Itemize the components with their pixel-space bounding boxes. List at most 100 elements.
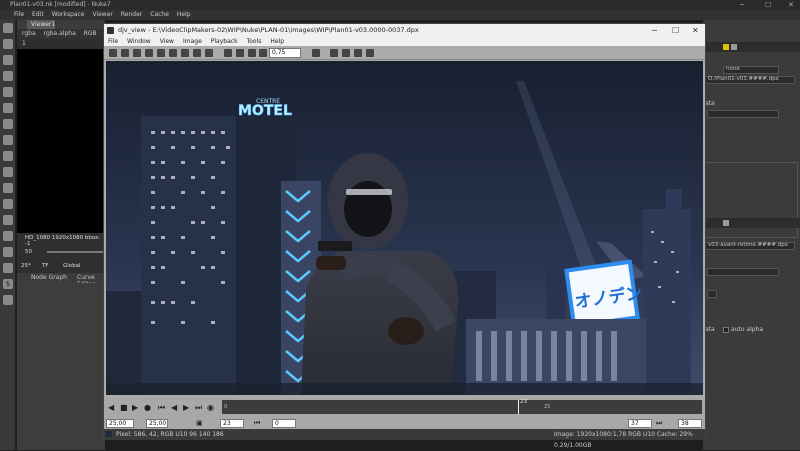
zoom-field[interactable]: 0,75 xyxy=(269,48,301,58)
nuke-tools-toolbar: $ xyxy=(0,20,16,450)
read-select[interactable] xyxy=(707,110,779,118)
video-frame[interactable]: CENTRE MOTEL オノデン xyxy=(106,61,703,395)
frame-field[interactable]: 1 xyxy=(22,40,26,47)
new-window-icon[interactable] xyxy=(109,49,117,57)
next-frame-icon[interactable]: ▶ xyxy=(183,403,189,412)
menu-file[interactable]: File xyxy=(14,10,24,20)
frame-label[interactable]: 25* xyxy=(21,263,31,269)
keyer-tool-icon[interactable] xyxy=(3,119,13,129)
file-path-field-1[interactable]: D:/Plan01-v03.####.dpx xyxy=(705,76,795,84)
transform-tool-icon[interactable] xyxy=(3,151,13,161)
end-frame-field[interactable]: 37 xyxy=(628,419,652,428)
node-graph-canvas[interactable] xyxy=(17,283,105,450)
auto-alpha-checkbox[interactable] xyxy=(723,327,729,333)
metadata-tool-icon[interactable] xyxy=(3,199,13,209)
global-label[interactable]: Global xyxy=(63,263,81,269)
djv-menu-window[interactable]: Window xyxy=(127,37,151,46)
djv-minimize-icon[interactable]: ─ xyxy=(652,24,657,37)
frame-select[interactable] xyxy=(707,290,717,298)
rate-label[interactable]: TF xyxy=(42,263,49,269)
viewer-tab[interactable]: Viewer1 xyxy=(27,20,55,29)
filter-tool-icon[interactable] xyxy=(3,103,13,113)
channel-tool-icon[interactable] xyxy=(3,71,13,81)
menu-render[interactable]: Render xyxy=(121,10,142,20)
float-icon[interactable] xyxy=(731,44,737,50)
format-select[interactable] xyxy=(707,268,779,276)
dollar-tool-icon[interactable]: $ xyxy=(3,279,13,289)
pin-icon[interactable] xyxy=(312,49,320,57)
menu-workspace[interactable]: Workspace xyxy=(52,10,85,20)
time-tool-icon[interactable] xyxy=(3,55,13,65)
frame-icon[interactable] xyxy=(181,49,189,57)
view-down-icon[interactable] xyxy=(259,49,267,57)
menu-cache[interactable]: Cache xyxy=(150,10,169,20)
timeline-playhead[interactable] xyxy=(518,400,519,414)
copy-icon[interactable] xyxy=(121,49,129,57)
step-back-icon[interactable]: ◀ xyxy=(108,403,114,412)
djv-menu-file[interactable]: File xyxy=(108,37,118,46)
merge-tool-icon[interactable] xyxy=(3,135,13,145)
in-point-icon[interactable]: ⏮ xyxy=(254,419,260,428)
lock-icon[interactable] xyxy=(723,44,729,50)
views-tool-icon[interactable] xyxy=(3,183,13,193)
alpha-select[interactable]: rgba.alpha xyxy=(44,30,76,37)
none-select[interactable]: none xyxy=(723,66,779,74)
loop-icon[interactable]: ● xyxy=(144,403,151,412)
3d-tool-icon[interactable] xyxy=(3,167,13,177)
gain-label[interactable]: 50 xyxy=(25,249,32,255)
last-frame-icon[interactable]: ⏭ xyxy=(195,403,202,413)
prev-frame-icon[interactable]: ◀ xyxy=(171,403,177,412)
color-tool-icon[interactable] xyxy=(3,87,13,97)
play-icon[interactable]: ▶ xyxy=(132,403,138,412)
crop-icon[interactable] xyxy=(205,49,213,57)
channel-select[interactable]: rgba xyxy=(22,30,36,37)
image-tool-icon[interactable] xyxy=(3,23,13,33)
actual-speed-field: 25,00 xyxy=(146,419,168,428)
timeline-track[interactable]: 0 25 23 xyxy=(222,399,702,414)
view-right-icon[interactable] xyxy=(236,49,244,57)
zoom-in-icon[interactable] xyxy=(145,49,153,57)
other-tool-icon[interactable] xyxy=(3,231,13,241)
display-tool-icon[interactable] xyxy=(3,263,13,273)
djv-close-icon[interactable]: ✕ xyxy=(692,24,699,37)
stop-icon[interactable]: ■ xyxy=(120,403,128,412)
maximize-icon[interactable]: ☐ xyxy=(765,0,771,10)
file-path-field-2[interactable]: v03-avant-retime.####.dpx xyxy=(705,242,795,250)
speed-field[interactable]: 25,00 xyxy=(106,419,134,428)
menu-help[interactable]: Help xyxy=(177,10,191,20)
lock-icon-2[interactable] xyxy=(723,220,729,226)
out-point-icon[interactable]: ⏭ xyxy=(656,419,662,428)
djv-menu-image[interactable]: Image xyxy=(183,37,202,46)
draw-tool-icon[interactable] xyxy=(3,39,13,49)
first-frame-icon[interactable]: ⏮ xyxy=(158,403,165,413)
every-frame-icon[interactable]: ◉ xyxy=(207,403,214,412)
djv-menu-tools[interactable]: Tools xyxy=(247,37,262,46)
zoom-reset-icon[interactable] xyxy=(169,49,177,57)
center-icon[interactable] xyxy=(193,49,201,57)
magnify-icon[interactable] xyxy=(330,49,338,57)
color-picker-icon[interactable] xyxy=(342,49,350,57)
info-icon[interactable] xyxy=(366,49,374,57)
close-icon[interactable]: ✕ xyxy=(788,0,794,10)
gain-slider[interactable] xyxy=(47,251,103,253)
cache-icon[interactable]: ▣ xyxy=(196,419,203,427)
colorspace-select[interactable]: RGB xyxy=(84,30,97,37)
menu-edit[interactable]: Edit xyxy=(32,10,44,20)
fit-icon[interactable] xyxy=(133,49,141,57)
current-frame-field[interactable]: 23 xyxy=(220,419,244,428)
start-frame-field[interactable]: 0 xyxy=(272,419,296,428)
tab-node-graph[interactable]: Node Graph xyxy=(31,274,67,281)
settings-tool-icon[interactable] xyxy=(3,295,13,305)
view-up-icon[interactable] xyxy=(248,49,256,57)
djv-menu-view[interactable]: View xyxy=(160,37,174,46)
minimize-icon[interactable]: ─ xyxy=(740,0,744,10)
menu-viewer[interactable]: Viewer xyxy=(92,10,112,20)
zoom-out-icon[interactable] xyxy=(157,49,165,57)
histogram-icon[interactable] xyxy=(354,49,362,57)
djv-maximize-icon[interactable]: ☐ xyxy=(672,24,679,37)
djv-menu-help[interactable]: Help xyxy=(270,37,284,46)
djv-menu-playback[interactable]: Playback xyxy=(211,37,238,46)
furnace-tool-icon[interactable] xyxy=(3,247,13,257)
view-left-icon[interactable] xyxy=(224,49,232,57)
particles-tool-icon[interactable] xyxy=(3,215,13,225)
